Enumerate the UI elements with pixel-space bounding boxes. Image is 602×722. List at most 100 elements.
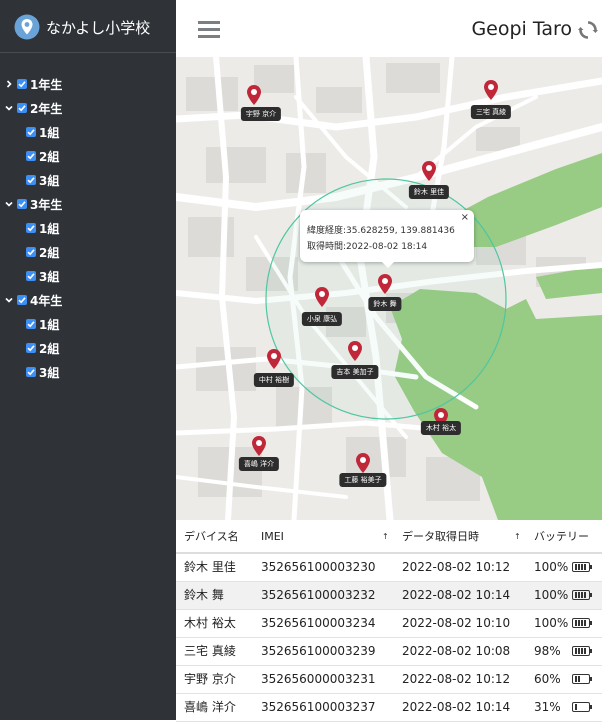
battery-icon [572,702,592,712]
sidebar: なかよし小学校 1年生 2年生 1組 2組 3組 3年生 1組 2組 3組 4年生 1組 2組 3組 [0,0,176,720]
battery-icon [572,646,592,656]
imei-value: 352656100003234 [261,616,376,630]
class-checkbox[interactable] [26,343,36,353]
header-device[interactable]: デバイス名 [184,520,239,554]
class-label: 2組 [39,149,60,164]
grade-checkbox[interactable] [17,79,27,89]
grade-label: 1年生 [30,77,63,92]
class-item[interactable]: 2組 [0,336,176,360]
battery-value: 100% [534,616,569,630]
class-checkbox[interactable] [26,127,36,137]
class-item[interactable]: 2組 [0,144,176,168]
sort-time-icon[interactable]: ↑ [514,532,521,541]
grade-item[interactable]: 2年生 [0,96,176,120]
refresh-icon[interactable] [578,20,598,40]
class-item[interactable]: 3組 [0,264,176,288]
class-checkbox[interactable] [26,271,36,281]
time-value: 2022-08-02 10:12 [402,672,511,686]
chevron-down-icon[interactable] [4,199,17,209]
device-name: 宇野 京介 [184,672,236,686]
grade-checkbox[interactable] [17,295,27,305]
chevron-down-icon[interactable] [4,295,17,305]
battery-value: 98% [534,644,561,658]
location-logo-icon [14,14,40,40]
time-value: 2022-08-02 10:12 [402,560,511,574]
map-view[interactable]: 宇野 京介 三宅 真綾 鈴木 里佳 鈴木 舞小泉 康弘 吉本 美加子 中村 裕樹 木村 裕太… [176,57,602,520]
header-battery[interactable]: バッテリー [534,520,589,554]
table-row[interactable]: 鈴木 舞 352656100003232 2022-08-02 10:14 100% [176,582,602,610]
class-checkbox[interactable] [26,175,36,185]
table-body: 鈴木 里佳 352656100003230 2022-08-02 10:12 100%… [176,554,602,722]
battery-icon [572,562,592,572]
battery-icon [572,590,592,600]
location-popup: × 緯度経度:35.628259, 139.881436 取得時間:2022-0… [300,210,474,268]
chevron-right-icon[interactable] [4,79,17,89]
grade-item[interactable]: 1年生 [0,72,176,96]
grade-item[interactable]: 4年生 [0,288,176,312]
grade-label: 2年生 [30,101,63,116]
class-label: 3組 [39,173,60,188]
class-item[interactable]: 3組 [0,168,176,192]
map-pin-icon[interactable] [252,436,266,456]
pin-label: 吉本 美加子 [331,365,379,379]
map-pin-icon[interactable] [422,161,436,181]
class-tree: 1年生 2年生 1組 2組 3組 3年生 1組 2組 3組 4年生 1組 2組 3組 [0,72,176,384]
menu-icon[interactable] [198,21,220,39]
map-pin-icon[interactable] [378,274,392,294]
popup-time: 取得時間:2022-08-02 18:14 [307,242,428,252]
table-row[interactable]: 宇野 京介 352656000003231 2022-08-02 10:12 60% [176,666,602,694]
imei-value: 352656100003237 [261,700,376,714]
map-pin-icon[interactable] [247,85,261,105]
class-checkbox[interactable] [26,151,36,161]
pin-label: 中村 裕樹 [253,373,295,387]
class-checkbox[interactable] [26,223,36,233]
map-pin-icon[interactable] [315,287,329,307]
battery-icon [572,674,592,684]
sort-imei-icon[interactable]: ↑ [382,532,389,541]
class-checkbox[interactable] [26,247,36,257]
device-table: デバイス名 IMEI ↑ データ取得日時 ↑ バッテリー 鈴木 里佳 352656… [176,520,602,722]
chevron-down-icon[interactable] [4,103,17,113]
map-pin-icon[interactable] [348,341,362,361]
table-row[interactable]: 木村 裕太 352656100003234 2022-08-02 10:10 100% [176,610,602,638]
grade-item[interactable]: 3年生 [0,192,176,216]
imei-value: 352656100003232 [261,588,376,602]
class-label: 1組 [39,221,60,236]
popup-coordinates: 緯度経度:35.628259, 139.881436 [307,226,455,236]
pin-label: 工藤 裕美子 [339,473,387,487]
pin-label: 三宅 真綾 [470,105,512,119]
class-item[interactable]: 3組 [0,360,176,384]
class-checkbox[interactable] [26,319,36,329]
class-item[interactable]: 1組 [0,216,176,240]
grade-checkbox[interactable] [17,199,27,209]
class-label: 3組 [39,269,60,284]
table-row[interactable]: 喜嶋 洋介 352656100003237 2022-08-02 10:14 31% [176,694,602,722]
imei-value: 352656000003231 [261,672,376,686]
brand-header: なかよし小学校 [0,0,176,53]
pin-label: 宇野 京介 [240,107,282,121]
battery-value: 100% [534,560,569,574]
table-row[interactable]: 鈴木 里佳 352656100003230 2022-08-02 10:12 100% [176,554,602,582]
time-value: 2022-08-02 10:14 [402,700,511,714]
class-label: 1組 [39,125,60,140]
header-imei[interactable]: IMEI [261,520,284,554]
battery-value: 31% [534,700,561,714]
class-item[interactable]: 1組 [0,312,176,336]
pin-label: 鈴木 舞 [368,297,402,311]
imei-value: 352656100003239 [261,644,376,658]
class-checkbox[interactable] [26,367,36,377]
device-name: 木村 裕太 [184,616,236,630]
header-time[interactable]: データ取得日時 [402,520,479,554]
map-pin-icon[interactable] [267,349,281,369]
class-item[interactable]: 2組 [0,240,176,264]
map-pin-icon[interactable] [484,80,498,100]
grade-checkbox[interactable] [17,103,27,113]
device-name: 三宅 真綾 [184,644,236,658]
map-pin-icon[interactable] [356,453,370,473]
grade-label: 4年生 [30,293,63,308]
device-name: 鈴木 里佳 [184,560,236,574]
table-row[interactable]: 三宅 真綾 352656100003239 2022-08-02 10:08 98% [176,638,602,666]
time-value: 2022-08-02 10:08 [402,644,511,658]
popup-close-button[interactable]: × [461,212,469,223]
class-item[interactable]: 1組 [0,120,176,144]
